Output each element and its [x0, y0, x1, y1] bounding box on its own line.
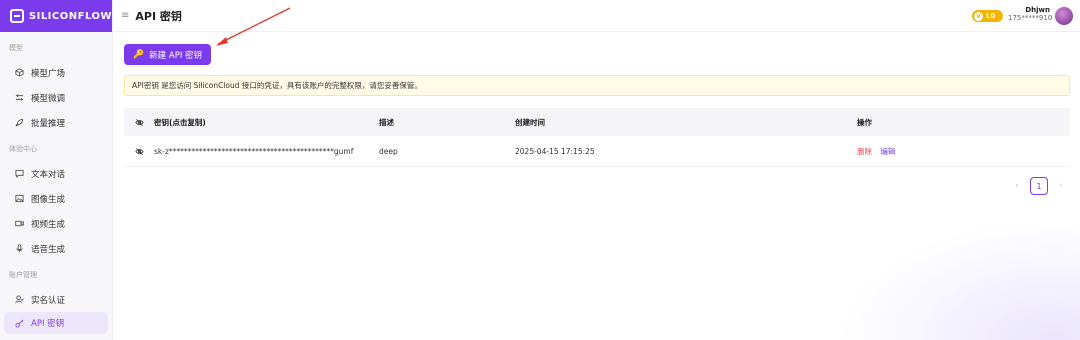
avatar[interactable] — [1055, 7, 1073, 25]
sidebar-item-image-generation[interactable]: 图像生成 — [4, 186, 108, 211]
create-api-key-label: 新建 API 密钥 — [149, 50, 203, 61]
column-header-description: 描述 — [379, 117, 394, 127]
prev-page-button[interactable]: ‹ — [1010, 181, 1024, 191]
image-icon — [15, 194, 24, 203]
menu-toggle-icon[interactable]: ≡ — [121, 10, 129, 21]
security-notice: API密钥 是您访问 SiliconCloud 接口的凭证，具有该账户的完整权限… — [124, 75, 1070, 96]
column-header-created: 创建时间 — [515, 117, 545, 127]
siliconflow-logo-icon — [10, 9, 24, 23]
section-title-playground: 体验中心 — [9, 145, 37, 153]
api-key-value[interactable]: sk-z************************************… — [154, 147, 379, 156]
delete-button[interactable]: 删除 — [857, 147, 872, 156]
chat-icon — [15, 169, 24, 178]
sidebar: SILICONFLOW 模型 模型广场 模型微调 批量推理 体验中心 文本对话 … — [0, 0, 113, 340]
sidebar-item-label: 模型广场 — [31, 68, 66, 79]
sidebar-item-label: 视频生成 — [31, 219, 66, 230]
sidebar-item-model-finetune[interactable]: 模型微调 — [4, 85, 108, 110]
annotation-arrow-icon — [216, 7, 291, 46]
section-title-models: 模型 — [9, 44, 23, 52]
sidebar-item-label: 批量推理 — [31, 118, 66, 129]
sidebar-item-api-keys[interactable]: API 密钥 — [4, 312, 108, 334]
sidebar-item-label: 实名认证 — [31, 295, 66, 306]
column-header-key: 密钥(点击复制) — [154, 117, 206, 127]
api-key-created: 2025-04-15 17:15:25 — [515, 146, 595, 156]
sidebar-item-voice-generation[interactable]: 语音生成 — [4, 236, 108, 261]
brand-logo[interactable]: SILICONFLOW — [0, 0, 112, 32]
edit-button[interactable]: 编辑 — [880, 147, 895, 156]
pagination: ‹ 1 › — [1010, 177, 1068, 195]
table-row: sk-z************************************… — [124, 136, 1070, 167]
sidebar-item-label: API 密钥 — [31, 319, 65, 329]
sidebar-item-model-square[interactable]: 模型广场 — [4, 60, 108, 85]
row-actions: 删除 编辑 — [857, 146, 1070, 157]
api-keys-table: 密钥(点击复制) 描述 创建时间 操作 sk-z****************… — [124, 108, 1070, 167]
sidebar-item-label: 文本对话 — [31, 169, 66, 180]
page-title: API 密钥 — [135, 9, 182, 23]
notice-text: API密钥 是您访问 SiliconCloud 接口的凭证，具有该账户的完整权限… — [132, 81, 422, 90]
next-page-button[interactable]: › — [1054, 181, 1068, 191]
video-icon — [15, 219, 24, 228]
section-title-account: 账户管理 — [9, 271, 37, 279]
sidebar-item-label: 图像生成 — [31, 194, 66, 205]
api-key-description: deep — [379, 146, 398, 156]
sliders-icon — [15, 93, 24, 102]
background-decoration — [820, 210, 1080, 340]
key-icon — [15, 319, 24, 328]
sidebar-item-verification[interactable]: 实名认证 — [4, 287, 108, 312]
toggle-visibility-header[interactable] — [124, 118, 154, 127]
eye-off-icon — [134, 147, 144, 155]
column-header-actions: 操作 — [857, 117, 872, 127]
eye-off-icon — [134, 118, 144, 126]
user-name: Dhjwn — [1025, 6, 1050, 14]
sidebar-item-batch-inference[interactable]: 批量推理 — [4, 110, 108, 135]
sidebar-item-text-chat[interactable]: 文本对话 — [4, 161, 108, 186]
vip-icon: V — [974, 11, 983, 21]
level-label: L0 — [986, 12, 996, 20]
user-phone: 175*****910 — [1008, 14, 1053, 22]
key-icon: 🔑 — [132, 49, 145, 60]
cube-icon — [15, 68, 24, 77]
table-header-row: 密钥(点击复制) 描述 创建时间 操作 — [124, 108, 1070, 136]
page-button-current[interactable]: 1 — [1030, 177, 1048, 195]
user-check-icon — [15, 295, 24, 304]
brand-name: SILICONFLOW — [28, 10, 112, 22]
mic-icon — [15, 244, 24, 253]
create-api-key-button[interactable]: 🔑 新建 API 密钥 — [124, 44, 211, 65]
user-info[interactable]: Dhjwn 175*****910 — [1008, 6, 1053, 22]
level-badge[interactable]: V L0 — [972, 10, 1003, 22]
sidebar-item-label: 语音生成 — [31, 244, 66, 255]
rocket-icon — [15, 118, 24, 127]
sidebar-item-label: 模型微调 — [31, 93, 66, 104]
toggle-visibility-button[interactable] — [124, 147, 154, 156]
sidebar-item-video-generation[interactable]: 视频生成 — [4, 211, 108, 236]
